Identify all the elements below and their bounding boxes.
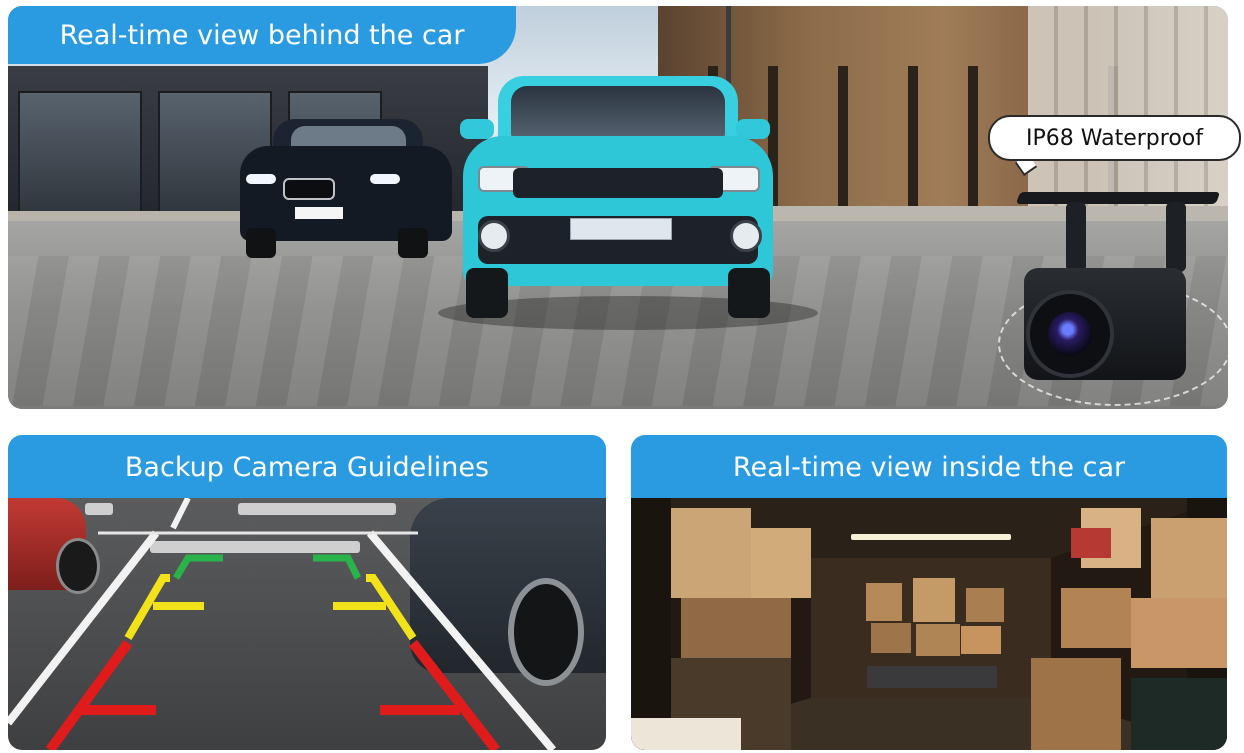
cargo-box xyxy=(681,598,791,658)
cargo-box xyxy=(913,578,955,622)
rear-view-label: Real-time view behind the car xyxy=(8,6,516,64)
cargo-box xyxy=(961,626,1001,654)
cargo-box xyxy=(1131,598,1227,668)
cargo-box xyxy=(1031,658,1121,750)
utility-cart xyxy=(867,666,997,688)
cargo-box xyxy=(1131,678,1227,750)
cargo-box xyxy=(916,624,960,656)
cargo-box xyxy=(866,583,902,621)
cargo-box xyxy=(1061,588,1131,648)
rear-street-view-photo xyxy=(8,6,1228,409)
cargo-box xyxy=(1151,518,1227,598)
guideline-mid xyxy=(124,574,417,641)
guidelines-label: Backup Camera Guidelines xyxy=(8,435,606,499)
bay-line-right xyxy=(366,530,557,750)
cargo-box xyxy=(966,588,1004,622)
guideline-far xyxy=(172,554,362,580)
guideline-near xyxy=(45,639,500,750)
cargo-box xyxy=(671,508,751,598)
guideline-overlay xyxy=(8,498,557,750)
red-package xyxy=(1071,528,1111,558)
parking-guidelines-photo xyxy=(8,498,606,750)
ceiling-light xyxy=(851,534,1011,540)
bay-line-top xyxy=(170,498,191,530)
building xyxy=(1028,6,1228,206)
cargo-box xyxy=(631,718,741,750)
interior-view-label: Real-time view inside the car xyxy=(631,435,1227,499)
cargo-interior-photo xyxy=(631,498,1227,750)
cargo-box xyxy=(751,528,811,598)
waterproof-callout: IP68 Waterproof xyxy=(988,115,1241,161)
cargo-box xyxy=(871,623,911,653)
